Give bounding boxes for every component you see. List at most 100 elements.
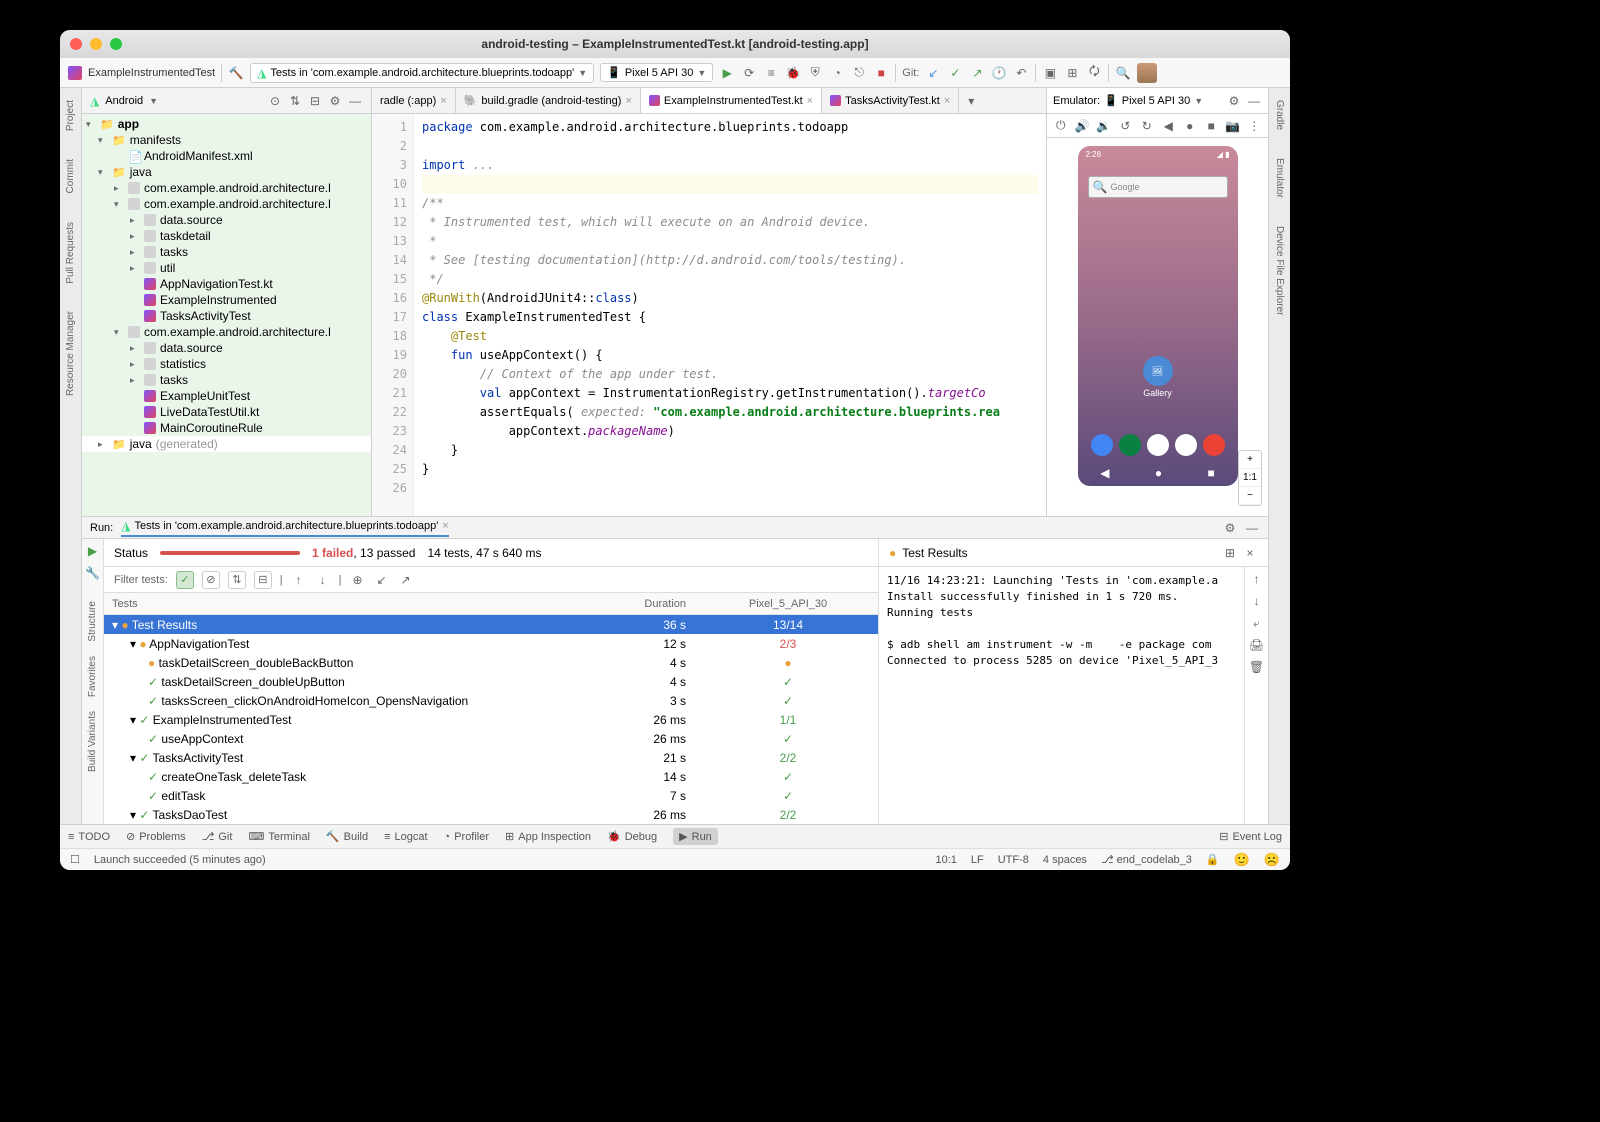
project-tool-button[interactable]: Project: [65, 96, 76, 135]
close-icon[interactable]: ×: [1242, 545, 1258, 561]
close-icon[interactable]: ×: [807, 95, 813, 107]
search-icon[interactable]: 🔍: [1115, 65, 1131, 81]
close-button[interactable]: [70, 38, 82, 50]
pull-requests-tool-button[interactable]: Pull Requests: [65, 218, 76, 288]
structure-tool-button[interactable]: Structure: [87, 597, 98, 646]
layout-icon[interactable]: ⊞: [1222, 545, 1238, 561]
collapse-icon[interactable]: ⇅: [287, 93, 303, 109]
tab-tasks-activity[interactable]: TasksActivityTest.kt×: [822, 88, 959, 113]
next-test-icon[interactable]: ↓: [315, 572, 331, 588]
gear-icon[interactable]: ⚙: [1226, 93, 1242, 109]
inspections-icon[interactable]: 🙂: [1234, 852, 1250, 868]
wrench-icon[interactable]: 🔧: [85, 565, 101, 581]
indent[interactable]: 4 spaces: [1043, 854, 1087, 866]
home-nav-icon[interactable]: ●: [1155, 466, 1162, 480]
avd-icon[interactable]: ▣: [1042, 65, 1058, 81]
gear-icon[interactable]: ⚙: [1222, 520, 1238, 536]
messages-app-icon[interactable]: [1119, 434, 1141, 456]
profiler-button[interactable]: ◔Profiler: [444, 831, 490, 843]
run-config-selector[interactable]: ◮ Tests in 'com.example.android.architec…: [250, 63, 594, 83]
build-button[interactable]: 🔨Build: [326, 830, 368, 843]
user-avatar[interactable]: [1137, 63, 1157, 83]
zoom-out-button[interactable]: −: [1239, 487, 1261, 505]
rerun-icon[interactable]: ▶: [85, 543, 101, 559]
git-commit-icon[interactable]: ✓: [947, 65, 963, 81]
emulator-screen[interactable]: 2:28 ◢ ▮ 🔍 Google 🖼 Gallery: [1078, 146, 1238, 486]
prev-test-icon[interactable]: ↑: [291, 572, 307, 588]
more-icon[interactable]: ⋮: [1247, 118, 1263, 134]
build-icon[interactable]: 🔨: [228, 65, 244, 81]
emulator-tool-button[interactable]: Emulator: [1274, 154, 1285, 202]
chrome-app-icon[interactable]: [1175, 434, 1197, 456]
code-editor[interactable]: 1231011121314151617181920212223242526 pa…: [372, 114, 1046, 516]
git-update-icon[interactable]: ↙: [925, 65, 941, 81]
run-button[interactable]: ▶: [719, 65, 735, 81]
test-row[interactable]: ▾ ● AppNavigationTest 12 s 2/3: [104, 634, 878, 653]
show-passed-button[interactable]: ✓: [176, 571, 194, 589]
wrap-icon[interactable]: ⤶: [1249, 615, 1265, 631]
show-ignored-button[interactable]: ⊘: [202, 571, 220, 589]
back-icon[interactable]: ◀: [1161, 118, 1177, 134]
device-explorer-tool-button[interactable]: Device File Explorer: [1274, 222, 1285, 319]
terminal-button[interactable]: ⌨Terminal: [248, 830, 309, 843]
rotate-left-icon[interactable]: ↺: [1118, 118, 1134, 134]
gear-icon[interactable]: ⚙: [327, 93, 343, 109]
console-output[interactable]: 11/16 14:23:21: Launching 'Tests in 'com…: [879, 567, 1244, 824]
search-widget[interactable]: 🔍 Google: [1088, 176, 1228, 198]
close-icon[interactable]: ×: [944, 95, 950, 107]
close-icon[interactable]: ×: [442, 520, 448, 532]
test-row[interactable]: ✓ createOneTask_deleteTask 14 s ✓: [104, 767, 878, 786]
project-tree[interactable]: ▾📁app ▾📁manifests 📄AndroidManifest.xml ▾…: [82, 114, 371, 516]
memory-icon[interactable]: ☹️: [1264, 852, 1280, 868]
test-row[interactable]: ✓ taskDetailScreen_doubleUpButton 4 s ✓: [104, 672, 878, 691]
hide-icon[interactable]: —: [347, 93, 363, 109]
chevron-down-icon[interactable]: ▼: [1194, 96, 1203, 106]
print-icon[interactable]: 🖨: [1249, 637, 1265, 653]
test-row[interactable]: ▾ ● Test Results 36 s 13/14: [104, 615, 878, 634]
test-row[interactable]: ● taskDetailScreen_doubleBackButton 4 s …: [104, 653, 878, 672]
gallery-app[interactable]: 🖼 Gallery: [1143, 356, 1173, 398]
target-icon[interactable]: ⊙: [267, 93, 283, 109]
cursor-position[interactable]: 10:1: [935, 854, 956, 866]
apply-code-icon[interactable]: ≡: [763, 65, 779, 81]
attach-icon[interactable]: ⎋: [851, 65, 867, 81]
device-selector[interactable]: 📱 Pixel 5 API 30 ▼: [600, 63, 713, 82]
expand-button[interactable]: ⊟: [254, 571, 272, 589]
git-button[interactable]: ⎇Git: [202, 830, 233, 843]
sync-icon[interactable]: 🗘: [1086, 65, 1102, 81]
test-row[interactable]: ✓ editTask 7 s ✓: [104, 786, 878, 805]
lock-icon[interactable]: 🔒: [1206, 853, 1220, 866]
coverage-icon[interactable]: ⛨: [807, 65, 823, 81]
power-icon[interactable]: ⏻: [1053, 118, 1069, 134]
breadcrumb[interactable]: ExampleInstrumentedTest: [88, 67, 215, 79]
sdk-icon[interactable]: ⊞: [1064, 65, 1080, 81]
test-row[interactable]: ▾ ✓ TasksDaoTest 26 ms 2/2: [104, 805, 878, 824]
project-view-label[interactable]: Android: [105, 95, 143, 107]
scroll-down-icon[interactable]: ↓: [1249, 593, 1265, 609]
col-duration[interactable]: Duration: [558, 598, 698, 610]
test-row[interactable]: ▾ ✓ TasksActivityTest 21 s 2/2: [104, 748, 878, 767]
debug-button[interactable]: 🐞Debug: [607, 830, 657, 843]
zoom-in-button[interactable]: +: [1239, 451, 1261, 469]
emulator-device[interactable]: Pixel 5 API 30: [1122, 95, 1191, 107]
sort-button[interactable]: ⇅: [228, 571, 246, 589]
hide-icon[interactable]: —: [1246, 93, 1262, 109]
git-branch[interactable]: ⎇ end_codelab_3: [1101, 853, 1192, 866]
resource-manager-tool-button[interactable]: Resource Manager: [65, 307, 76, 400]
profile-icon[interactable]: ◔: [829, 65, 845, 81]
camera-app-icon[interactable]: [1203, 434, 1225, 456]
minimize-button[interactable]: [90, 38, 102, 50]
stop-icon[interactable]: ■: [873, 65, 889, 81]
rotate-right-icon[interactable]: ↻: [1139, 118, 1155, 134]
tab-gradle-app[interactable]: radle (:app)×: [372, 88, 456, 113]
line-separator[interactable]: LF: [971, 854, 984, 866]
phone-app-icon[interactable]: [1091, 434, 1113, 456]
home-icon[interactable]: ●: [1182, 118, 1198, 134]
volume-down-icon[interactable]: 🔉: [1096, 118, 1112, 134]
test-row[interactable]: ✓ useAppContext 26 ms ✓: [104, 729, 878, 748]
divider-icon[interactable]: ⊟: [307, 93, 323, 109]
encoding[interactable]: UTF-8: [998, 854, 1029, 866]
problems-button[interactable]: ⊘Problems: [126, 830, 186, 843]
dropdown-icon[interactable]: ▾: [963, 93, 979, 109]
git-push-icon[interactable]: ↗: [969, 65, 985, 81]
